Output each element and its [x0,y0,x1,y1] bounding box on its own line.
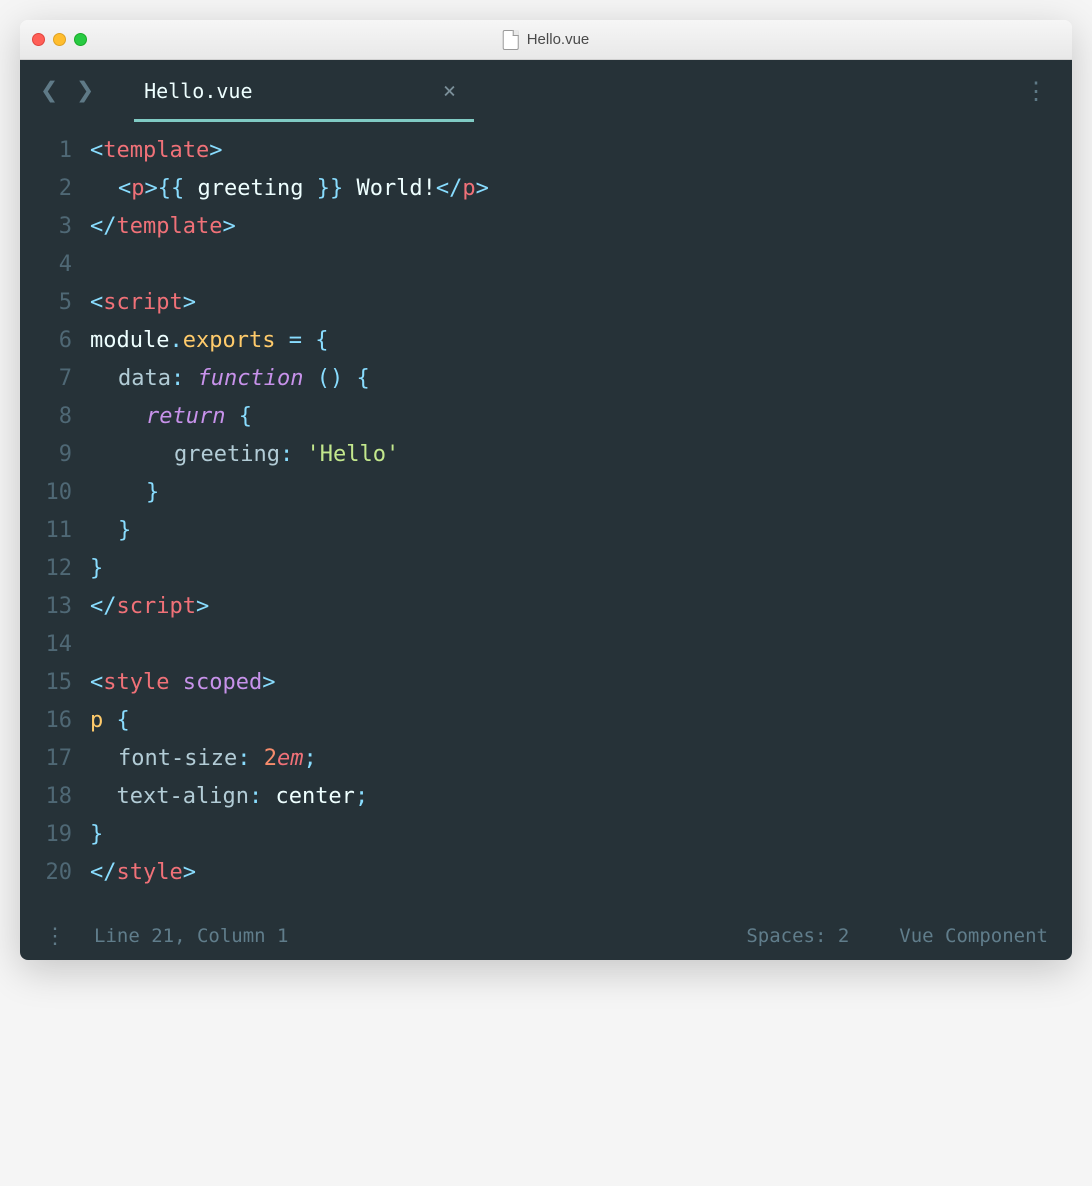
line-number: 18 [20,778,72,816]
code-line[interactable]: return { [90,398,1052,436]
nav-forward-icon[interactable]: ❯ [76,76,94,106]
editor-panel: ❮ ❯ Hello.vue × ⋮ 1234567891011121314151… [20,60,1072,960]
line-number: 10 [20,474,72,512]
line-number: 19 [20,816,72,854]
code-line[interactable]: text-align: center; [90,778,1052,816]
line-number: 13 [20,588,72,626]
file-icon [503,30,519,50]
tab-hello-vue[interactable]: Hello.vue × [134,60,474,122]
code-line[interactable]: } [90,512,1052,550]
line-number: 7 [20,360,72,398]
code-line[interactable]: </style> [90,854,1052,892]
line-number: 1 [20,132,72,170]
close-icon[interactable]: × [443,79,456,104]
code-line[interactable]: greeting: 'Hello' [90,436,1052,474]
close-button[interactable] [32,33,45,46]
code-line[interactable]: module.exports = { [90,322,1052,360]
code-line[interactable]: <script> [90,284,1052,322]
code-line[interactable] [90,626,1052,664]
line-number: 2 [20,170,72,208]
code-line[interactable] [90,246,1052,284]
tab-bar: ❮ ❯ Hello.vue × ⋮ [20,60,1072,122]
line-number: 3 [20,208,72,246]
code-line[interactable]: font-size: 2em; [90,740,1052,778]
more-vertical-icon[interactable]: ⋮ [1024,85,1048,97]
code-line[interactable]: } [90,474,1052,512]
status-right: Spaces: 2 Vue Component [746,925,1048,947]
minimize-button[interactable] [53,33,66,46]
line-number: 17 [20,740,72,778]
line-number: 14 [20,626,72,664]
syntax-indicator[interactable]: Vue Component [899,925,1048,947]
line-number: 16 [20,702,72,740]
line-number: 6 [20,322,72,360]
line-number: 15 [20,664,72,702]
line-number: 20 [20,854,72,892]
window-title-text: Hello.vue [527,31,590,48]
window-title: Hello.vue [503,30,590,50]
line-number: 12 [20,550,72,588]
code-line[interactable]: </script> [90,588,1052,626]
code-line[interactable]: <style scoped> [90,664,1052,702]
code-line[interactable]: p { [90,702,1052,740]
indentation-indicator[interactable]: Spaces: 2 [746,925,849,947]
code-line[interactable]: } [90,816,1052,854]
tab-active-indicator [134,119,474,122]
line-number: 11 [20,512,72,550]
line-number: 9 [20,436,72,474]
line-number: 8 [20,398,72,436]
code-line[interactable]: </template> [90,208,1052,246]
tab-title: Hello.vue [144,79,252,103]
cursor-position[interactable]: Line 21, Column 1 [94,925,288,947]
titlebar[interactable]: Hello.vue [20,20,1072,60]
code-line[interactable]: <template> [90,132,1052,170]
code-line[interactable]: data: function () { [90,360,1052,398]
line-number: 4 [20,246,72,284]
editor-window: Hello.vue ❮ ❯ Hello.vue × ⋮ 123456789101… [20,20,1072,960]
line-number: 5 [20,284,72,322]
maximize-button[interactable] [74,33,87,46]
traffic-lights [32,33,87,46]
code-line[interactable]: <p>{{ greeting }} World!</p> [90,170,1052,208]
nav-back-icon[interactable]: ❮ [40,76,58,106]
nav-arrows: ❮ ❯ [40,76,94,106]
code-area[interactable]: 1234567891011121314151617181920 <templat… [20,122,1072,912]
line-numbers-gutter: 1234567891011121314151617181920 [20,132,90,892]
status-bar: ⋮ Line 21, Column 1 Spaces: 2 Vue Compon… [20,912,1072,960]
more-vertical-icon[interactable]: ⋮ [44,931,66,942]
code-line[interactable]: } [90,550,1052,588]
code-content[interactable]: <template><p>{{ greeting }} World!</p></… [90,132,1072,892]
